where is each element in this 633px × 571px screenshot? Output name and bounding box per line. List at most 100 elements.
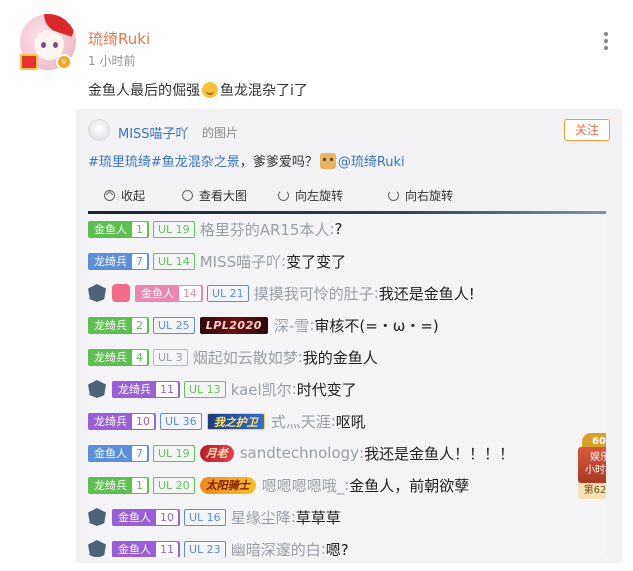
chat-message: 我的金鱼人: [302, 348, 378, 367]
user-level-badge: UL 3: [153, 348, 188, 366]
rank-line2: 小时榜: [585, 465, 606, 476]
repost-avatar[interactable]: [88, 119, 110, 141]
follow-button[interactable]: 关注: [564, 119, 610, 141]
fan-badge: 龙绮兵 7: [88, 252, 149, 270]
fan-badge-level: 11: [156, 541, 178, 557]
chat-message: ?: [334, 220, 343, 238]
fan-badge-name: 金鱼人: [118, 510, 151, 524]
chat-message: 草草草: [295, 508, 341, 527]
fan-badge: 金鱼人 10: [112, 508, 180, 526]
rotate-left-icon: [278, 190, 289, 201]
post-text: 金鱼人最后的倔强 鱼龙混杂了i了: [88, 80, 308, 100]
rotate-left-button[interactable]: 向左旋转: [278, 187, 343, 204]
image-top-strip: [88, 211, 606, 214]
fan-badge-level: 10: [156, 509, 178, 525]
title-badge: LPL2020: [199, 316, 268, 334]
hashtag-link[interactable]: 鱼龙混杂之景: [162, 155, 240, 170]
title-badge: 太阳骑士: [199, 476, 256, 494]
chat-line: 金鱼人 1 UL 19 格里芬的AR15本人: ?: [88, 217, 343, 241]
collapse-label: 收起: [121, 189, 146, 203]
chat-line: 金鱼人 11 UL 23 幽暗深邃的白: 嗯?: [88, 537, 349, 557]
chat-message: 金鱼人，前朝欲孽: [349, 476, 470, 495]
rank-line1: 娱乐: [590, 452, 606, 463]
more-options-icon[interactable]: [602, 32, 610, 52]
post-username[interactable]: 琉绮Ruki: [88, 28, 150, 49]
chat-message: 时代变了: [296, 380, 357, 399]
chat-line: 龙绮兵 1 UL 20 太阳骑士 嗯嗯嗯嗯哦_: 金鱼人，前朝欲孽: [88, 473, 469, 497]
chat-line: 金鱼人 10 UL 16 星缘尘降: 草草草: [88, 505, 341, 529]
fan-badge-name: 龙绮兵: [94, 254, 127, 268]
rotate-left-label: 向左旋转: [295, 189, 344, 203]
collapse-button[interactable]: 收起: [104, 187, 145, 204]
avatar-eye: [53, 42, 58, 48]
post-header: v 琉绮Ruki 1 小时前: [20, 14, 620, 74]
rank-position: 第62名: [578, 483, 606, 499]
repost-username[interactable]: MISS喵子吖: [118, 123, 189, 142]
doge-emoji-icon: [319, 153, 336, 169]
chat-message: 审核不(=・ω・=): [314, 316, 439, 335]
santa-hat-ball-icon: [66, 14, 76, 24]
user-emblem-icon: [88, 284, 106, 302]
fan-badge-level: 7: [132, 253, 147, 269]
fan-badge: 龙绮兵 10: [88, 412, 156, 430]
chat-line: 龙绮兵 10 UL 36 我之护卫 式灬天涯: 呕吼: [88, 409, 366, 433]
chat-line: 龙绮兵 2 UL 25 LPL2020 深-雪: 审核不(=・ω・=): [88, 313, 439, 337]
medal-icon: [112, 284, 130, 302]
chat-username: 摸摸我可怜的肚子: [253, 284, 374, 303]
fan-badge-name: 龙绮兵: [94, 478, 127, 492]
chat-username: 星缘尘降: [230, 508, 291, 527]
chat-username: 式灬天涯: [270, 412, 331, 431]
rotate-right-label: 向右旋转: [405, 189, 454, 203]
user-level-badge: UL 21: [207, 284, 249, 302]
chat-username: 烟起如云散如梦: [192, 348, 298, 367]
fan-badge: 金鱼人 11: [112, 540, 180, 557]
chat-message: 呕吼: [335, 412, 366, 431]
repost-image[interactable]: 金鱼人 1 UL 19 格里芬的AR15本人: ? 龙绮兵 7 UL 14 MISS喵子吖: …: [88, 211, 606, 557]
user-level-badge: UL 13: [184, 380, 226, 398]
fan-badge-name: 金鱼人: [94, 222, 127, 236]
user-emblem-icon: [88, 508, 106, 526]
fan-badge-level: 1: [132, 477, 147, 493]
rank-body: 娱乐 小时榜: [578, 447, 606, 483]
fan-badge: 金鱼人 1: [88, 220, 149, 238]
verified-badge-icon: v: [56, 54, 72, 70]
fan-badge-level: 4: [132, 349, 147, 365]
repost-text-plain: ，爹爹爱吗？: [239, 155, 318, 170]
chat-username: 格里芬的AR15本人: [199, 220, 330, 239]
fan-badge-name: 龙绮兵: [94, 414, 127, 428]
title-badge: 月老: [199, 444, 234, 462]
search-icon: [182, 190, 193, 201]
fan-badge-level: 2: [132, 317, 147, 333]
view-large-button[interactable]: 查看大图: [182, 187, 247, 204]
hashtag-link[interactable]: #琉里琉绮#: [88, 155, 162, 170]
post-text-part: 鱼龙混杂了i了: [220, 83, 308, 99]
collapse-icon: [104, 190, 115, 201]
post-timestamp[interactable]: 1 小时前: [88, 52, 135, 69]
fan-badge: 龙绮兵 4: [88, 348, 149, 366]
chat-line: 龙绮兵 7 UL 14 MISS喵子吖: 变了变了: [88, 249, 346, 273]
fan-badge-level: 7: [132, 445, 147, 461]
chat-line: 龙绮兵 4 UL 3 烟起如云散如梦: 我的金鱼人: [88, 345, 378, 369]
user-level-badge: UL 19: [153, 220, 195, 238]
view-large-label: 查看大图: [199, 189, 248, 203]
user-level-badge: UL 36: [160, 412, 202, 430]
fan-badge: 金鱼人 7: [88, 444, 149, 462]
fan-badge: 龙绮兵 1: [88, 476, 149, 494]
user-level-badge: UL 16: [184, 508, 226, 526]
chat-username: MISS喵子吖: [199, 252, 282, 271]
repost-text: #琉里琉绮#鱼龙混杂之景，爹爹爱吗？ @琉绮Ruki: [88, 151, 405, 170]
chat-message: 我还是金鱼人！！！！: [364, 444, 515, 463]
chat-message: 嗯?: [325, 540, 349, 558]
rotate-right-button[interactable]: 向右旋转: [388, 187, 453, 204]
chat-username: sandtechnology: [239, 444, 360, 462]
gift-icon: [20, 54, 38, 70]
user-level-badge: UL 20: [153, 476, 195, 494]
chat-username: 嗯嗯嗯嗯哦_: [261, 476, 345, 495]
fan-badge-level: 11: [156, 381, 178, 397]
fan-badge: 龙绮兵 11: [112, 380, 180, 398]
fan-badge-name: 金鱼人: [94, 446, 127, 460]
user-emblem-icon: [88, 540, 106, 557]
fan-badge-name: 金鱼人: [118, 542, 151, 556]
post-text-part: 金鱼人最后的倔强: [88, 83, 200, 99]
mention-link[interactable]: @琉绮Ruki: [338, 155, 405, 170]
